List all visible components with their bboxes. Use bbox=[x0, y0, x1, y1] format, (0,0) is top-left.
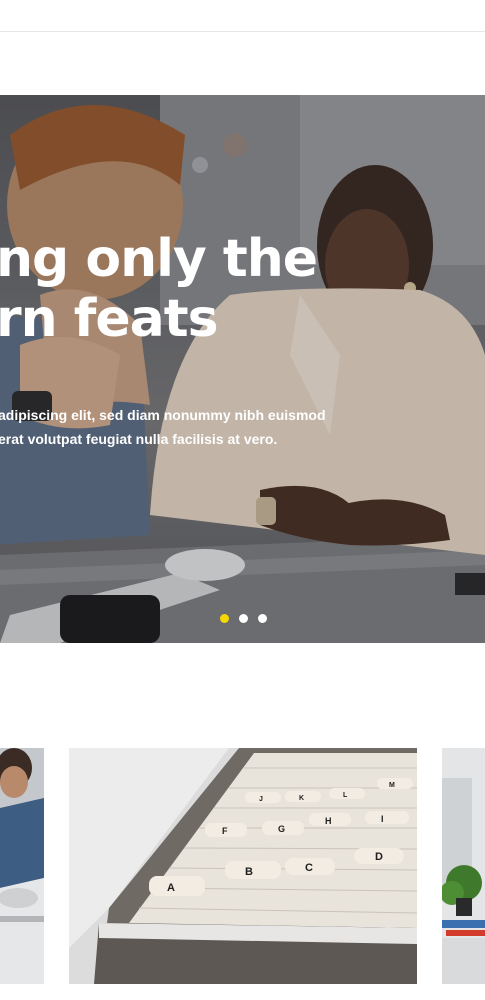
card-image-right[interactable] bbox=[442, 748, 485, 984]
hero-slider[interactable]: ng only the rn feats adipiscing elit, se… bbox=[0, 95, 485, 643]
file-tab-k: K bbox=[299, 795, 304, 802]
slider-dot-3[interactable] bbox=[258, 614, 267, 623]
file-tab-g: G bbox=[278, 824, 285, 834]
file-tab-f: F bbox=[222, 826, 228, 836]
hero-overlay bbox=[0, 95, 485, 643]
card-image-file-index[interactable]: A B C D F G H I J K L M bbox=[69, 748, 417, 984]
file-tab-d: D bbox=[375, 851, 383, 863]
hero-subtext-line-2: erat volutpat feugiat nulla facilisis at… bbox=[0, 431, 278, 447]
file-tab-h: H bbox=[325, 816, 332, 826]
file-tab-j: J bbox=[259, 796, 263, 803]
file-index-cabinet-image: A B C D F G H I J K L M bbox=[69, 748, 417, 984]
page: ng only the rn feats adipiscing elit, se… bbox=[0, 0, 485, 1000]
file-tab-b: B bbox=[245, 866, 253, 878]
slider-dot-2[interactable] bbox=[239, 614, 248, 623]
top-navigation-bar bbox=[0, 0, 485, 32]
card-image-left[interactable] bbox=[0, 748, 44, 984]
slider-pagination bbox=[220, 614, 267, 623]
slider-dot-1[interactable] bbox=[220, 614, 229, 623]
file-tab-c: C bbox=[305, 862, 313, 874]
hero-headline-line-2: rn feats bbox=[0, 289, 219, 349]
hero-subtext-line-1: adipiscing elit, sed diam nonummy nibh e… bbox=[0, 407, 326, 423]
desk-plant-image bbox=[442, 748, 485, 984]
file-tab-m: M bbox=[389, 782, 395, 789]
file-tab-l: L bbox=[343, 792, 348, 799]
hero-headline-line-1: ng only the bbox=[0, 229, 318, 289]
file-tab-a: A bbox=[167, 882, 175, 894]
file-tab-i: I bbox=[381, 814, 384, 824]
office-people-image bbox=[0, 748, 44, 984]
